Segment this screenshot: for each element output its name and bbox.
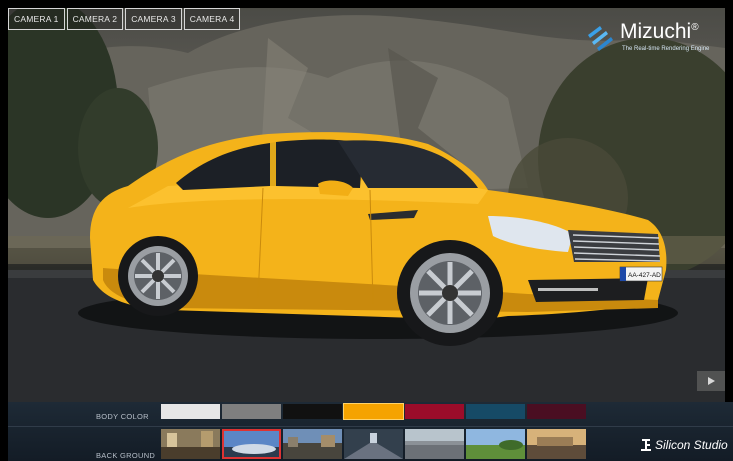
background-thumbnail[interactable] [283, 429, 342, 459]
background-preview-image [224, 431, 279, 457]
background-thumbnail[interactable] [161, 429, 220, 459]
body-color-swatch[interactable] [343, 403, 404, 420]
viewer-app: AA-427-AD CAMERA 1 CAMERA 2 CAMERA 3 CAM… [0, 0, 733, 461]
registered-mark: ® [691, 22, 699, 33]
body-color-swatch[interactable] [161, 404, 220, 419]
background-label: BACK GROUND [96, 451, 156, 460]
license-plate-text: AA-427-AD [628, 272, 661, 279]
body-color-swatches [161, 403, 586, 420]
body-color-swatch[interactable] [283, 404, 342, 419]
panel-divider [8, 426, 733, 427]
silicon-studio-logo-icon [641, 439, 651, 451]
body-color-swatch[interactable] [222, 404, 281, 419]
brand-name: Mizuchi [620, 20, 692, 43]
body-color-swatch[interactable] [405, 404, 464, 419]
background-preview-image [405, 429, 464, 459]
brand-tagline: The Real-time Rendering Engine [622, 46, 710, 52]
silicon-studio-logo: Silicon Studio [640, 438, 728, 452]
car-render: AA-427-AD [8, 8, 725, 402]
play-button[interactable] [697, 371, 725, 391]
background-thumbnail[interactable] [466, 429, 525, 459]
mizuchi-brand: Mizuchi® The Real-time Rendering Engine [585, 20, 733, 60]
render-viewport[interactable]: AA-427-AD [8, 8, 725, 402]
camera-3-tab[interactable]: CAMERA 3 [125, 8, 182, 30]
background-preview-image [466, 429, 525, 459]
background-thumbnail[interactable] [222, 429, 281, 459]
background-thumbnail[interactable] [527, 429, 586, 459]
background-thumbnails [161, 429, 586, 459]
background-thumbnail[interactable] [344, 429, 403, 459]
play-icon [708, 377, 715, 385]
body-color-label: BODY COLOR [96, 412, 149, 421]
camera-tabs: CAMERA 1 CAMERA 2 CAMERA 3 CAMERA 4 [8, 8, 241, 30]
background-preview-image [161, 429, 220, 459]
mizuchi-logo-icon [588, 26, 613, 51]
body-color-swatch[interactable] [466, 404, 525, 419]
background-preview-image [344, 429, 403, 459]
camera-2-tab[interactable]: CAMERA 2 [66, 8, 124, 30]
camera-4-tab[interactable]: CAMERA 4 [183, 8, 241, 30]
silicon-studio-text: Silicon Studio [655, 438, 728, 452]
background-preview-image [283, 429, 342, 459]
body-color-swatch[interactable] [527, 404, 586, 419]
customization-panel: BODY COLOR BACK GROUND Silicon Studio [8, 402, 733, 461]
background-preview-image [527, 429, 586, 459]
camera-1-tab[interactable]: CAMERA 1 [8, 8, 65, 30]
background-thumbnail[interactable] [405, 429, 464, 459]
